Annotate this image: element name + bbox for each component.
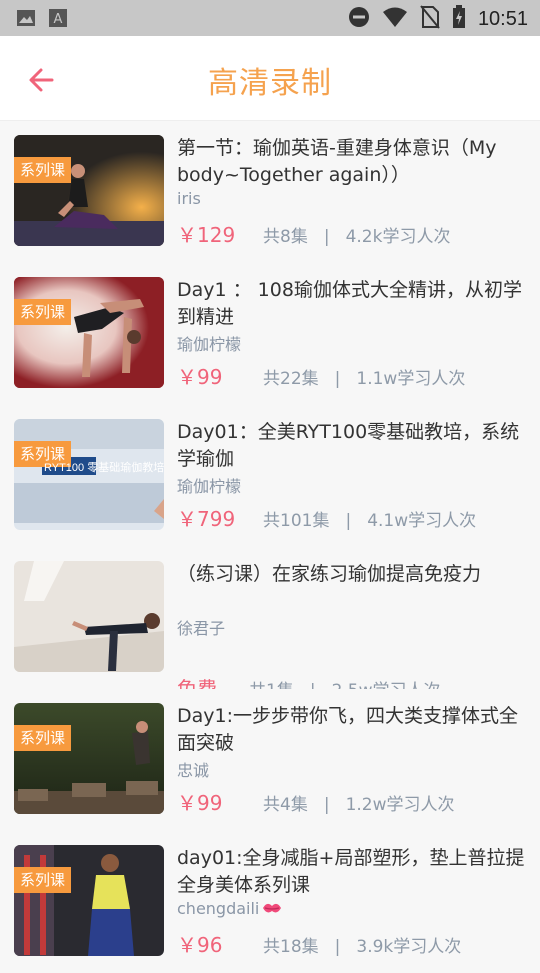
do-not-disturb-icon [348, 6, 370, 32]
status-bar: A 10:51 [0, 0, 540, 36]
meta-separator: | [323, 795, 330, 815]
learner-count: 4.2k学习人次 [345, 227, 451, 247]
gallery-icon [16, 8, 36, 32]
course-title: （练习课）在家练习瑜伽提高免疫力 [177, 563, 482, 585]
course-author: 徐君子 [177, 619, 226, 638]
course-author: 瑜伽柠檬 [177, 335, 242, 354]
kiss-icon [261, 900, 283, 920]
series-badge: 系列课 [14, 725, 72, 751]
course-price: ￥99 [177, 791, 223, 815]
course-meta: ￥99 共22集 | 1.1w学习人次 [177, 361, 465, 390]
series-badge: 系列课 [14, 299, 72, 325]
course-price: ￥129 [177, 223, 236, 247]
learner-count: 1.1w学习人次 [356, 369, 466, 389]
meta-separator: | [334, 369, 341, 389]
course-title: 第一节：瑜伽英语-重建身体意识（My body~Together again）） [177, 137, 497, 186]
app-notification-icon: A [48, 8, 68, 32]
course-title: Day1 ： 108瑜伽体式大全精讲，从初学到精进 [177, 279, 522, 328]
svg-text:A: A [54, 12, 63, 27]
learner-count: 4.1w学习人次 [367, 511, 477, 531]
meta-separator: | [323, 227, 330, 247]
episode-count: 共101集 [263, 511, 330, 531]
episode-count: 共4集 [263, 795, 308, 815]
course-item[interactable]: 系列课 RYT100 零基础瑜伽教培 Day01：全美RYT100零基础教培，系… [0, 405, 540, 547]
course-thumbnail: 系列课 [14, 277, 164, 388]
course-thumbnail: 系列课 RYT100 零基础瑜伽教培 [14, 419, 164, 530]
series-badge: 系列课 [14, 157, 72, 183]
thumbnail-caption: RYT100 零基础瑜伽教培 [44, 462, 164, 474]
course-item[interactable]: 系列课 day01:全身减脂+局部塑形，垫上普拉提全身美体系列课 chengda… [0, 831, 540, 973]
series-badge: 系列课 [14, 867, 72, 893]
course-item[interactable]: 系列课 第一节：瑜伽英语-重建身体意识（My body~Together aga… [0, 121, 540, 263]
course-meta: ￥129 共8集 | 4.2k学习人次 [177, 219, 450, 248]
author-name: chengdaili [177, 899, 260, 918]
learner-count: 1.2w学习人次 [345, 795, 455, 815]
app-header: 高清录制 [0, 36, 540, 121]
page-title: 高清录制 [208, 66, 332, 101]
course-item[interactable]: 系列课 Day1 ： 108瑜伽体式大全精讲，从初学到精进 瑜伽柠檬 ￥99 共… [0, 263, 540, 405]
learner-count: 3.9k学习人次 [356, 937, 462, 957]
battery-charging-icon [452, 5, 466, 33]
course-price: ￥96 [177, 933, 223, 957]
episode-count: 共8集 [263, 227, 308, 247]
course-price: ￥799 [177, 507, 236, 531]
status-time: 10:51 [477, 7, 528, 30]
episode-count: 共18集 [263, 937, 319, 957]
course-title: day01:全身减脂+局部塑形，垫上普拉提全身美体系列课 [177, 847, 525, 896]
course-title: Day01：全美RYT100零基础教培，系统学瑜伽 [177, 421, 520, 470]
course-meta: ￥99 共4集 | 1.2w学习人次 [177, 787, 455, 816]
course-meta: ￥799 共101集 | 4.1w学习人次 [177, 503, 476, 532]
no-sim-icon [420, 5, 440, 33]
course-author: 忠诚 [177, 761, 210, 780]
wifi-icon [382, 6, 408, 32]
course-thumbnail: 系列课 [14, 135, 164, 246]
course-thumbnail: 系列课 [14, 845, 164, 956]
course-author: iris [177, 189, 201, 208]
course-title: Day1:一步步带你飞，四大类支撑体式全面突破 [177, 705, 519, 754]
course-thumbnail [14, 561, 164, 672]
course-list: 系列课 第一节：瑜伽英语-重建身体意识（My body~Together aga… [0, 121, 540, 973]
course-meta: ￥96 共18集 | 3.9k学习人次 [177, 929, 461, 958]
course-item[interactable]: 系列课 Day1:一步步带你飞，四大类支撑体式全面突破 忠诚 ￥99 共4集 |… [0, 689, 540, 831]
course-author: chengdaili [177, 899, 283, 920]
meta-separator: | [345, 511, 352, 531]
course-price: ￥99 [177, 365, 223, 389]
meta-separator: | [334, 937, 341, 957]
episode-count: 共22集 [263, 369, 319, 389]
course-author: 瑜伽柠檬 [177, 477, 242, 496]
course-thumbnail: 系列课 [14, 703, 164, 814]
course-item[interactable]: （练习课）在家练习瑜伽提高免疫力 徐君子 免费 共1集 | 2.5w学习人次 [0, 547, 540, 701]
